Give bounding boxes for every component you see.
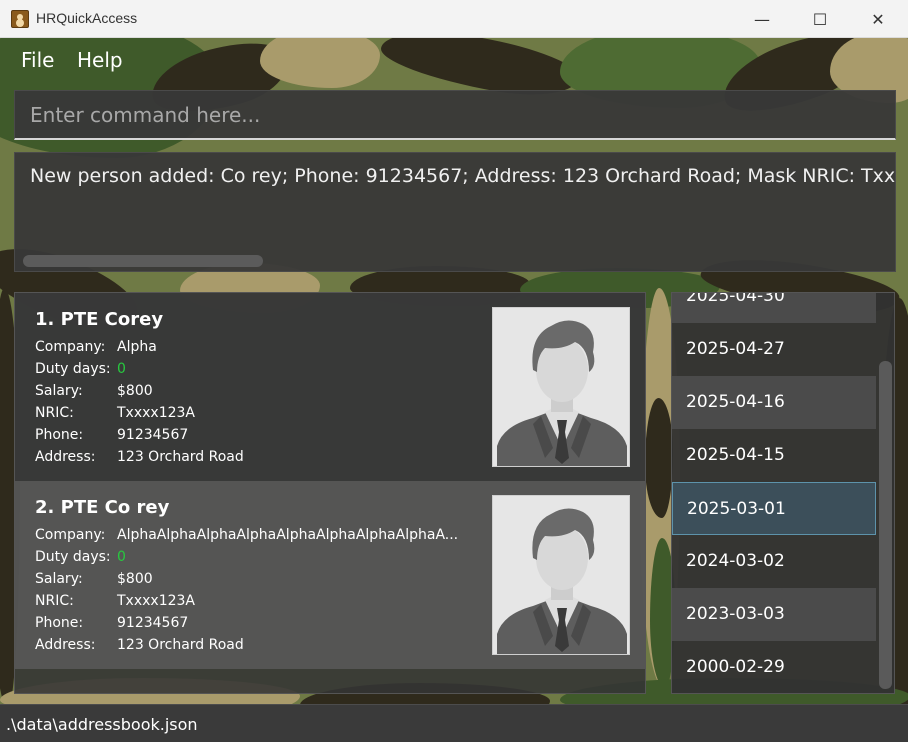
phone-value: 91234567 bbox=[117, 427, 189, 443]
company-value: AlphaAlphaAlphaAlphaAlphaAlphaAlphaAlpha… bbox=[117, 527, 459, 543]
date-item[interactable]: 2025-04-16 bbox=[672, 376, 876, 429]
phone-label: Phone: bbox=[35, 615, 84, 631]
nric-value: Txxxx123A bbox=[117, 593, 195, 609]
address-value: 123 Orchard Road bbox=[117, 449, 244, 465]
person-list: 1. PTE Corey Company: Alpha Duty days: 0… bbox=[14, 292, 646, 694]
data-file-path: .\data\addressbook.json bbox=[6, 715, 198, 734]
avatar-icon bbox=[492, 307, 630, 467]
duty-days-label: Duty days: bbox=[35, 361, 111, 377]
app-icon bbox=[11, 10, 29, 28]
avatar-icon bbox=[492, 495, 630, 655]
company-label: Company: bbox=[35, 339, 106, 355]
result-text: New person added: Co rey; Phone: 9123456… bbox=[30, 165, 896, 187]
address-label: Address: bbox=[35, 637, 96, 653]
date-list-scrollbar[interactable] bbox=[879, 361, 892, 689]
date-item[interactable]: 2025-04-27 bbox=[672, 323, 876, 376]
menu-file[interactable]: File bbox=[21, 48, 54, 72]
person-card[interactable]: 2. PTE Co rey Company: AlphaAlphaAlphaAl… bbox=[15, 481, 645, 669]
duty-days-label: Duty days: bbox=[35, 549, 111, 565]
minimize-button[interactable]: — bbox=[733, 0, 791, 38]
address-value: 123 Orchard Road bbox=[117, 637, 244, 653]
command-input[interactable] bbox=[15, 91, 895, 138]
salary-label: Salary: bbox=[35, 383, 83, 399]
date-item-selected[interactable]: 2025-03-01 bbox=[672, 482, 876, 535]
person-name: 1. PTE Corey bbox=[35, 309, 164, 330]
date-item[interactable]: 2000-02-29 bbox=[672, 641, 876, 693]
date-item[interactable]: 2023-03-03 bbox=[672, 588, 876, 641]
salary-value: $800 bbox=[117, 383, 153, 399]
duty-days-value: 0 bbox=[117, 549, 126, 565]
result-horizontal-scrollbar[interactable] bbox=[23, 255, 263, 267]
phone-value: 91234567 bbox=[117, 615, 189, 631]
company-value: Alpha bbox=[117, 339, 157, 355]
company-label: Company: bbox=[35, 527, 106, 543]
window-title: HRQuickAccess bbox=[36, 10, 138, 26]
address-label: Address: bbox=[35, 449, 96, 465]
date-list: 2025-04-30 2025-04-27 2025-04-16 2025-04… bbox=[671, 292, 895, 694]
nric-label: NRIC: bbox=[35, 593, 74, 609]
nric-label: NRIC: bbox=[35, 405, 74, 421]
command-box bbox=[14, 90, 896, 140]
salary-value: $800 bbox=[117, 571, 153, 587]
menu-help[interactable]: Help bbox=[77, 48, 123, 72]
close-button[interactable]: ✕ bbox=[849, 0, 907, 38]
salary-label: Salary: bbox=[35, 571, 83, 587]
maximize-button[interactable]: ☐ bbox=[791, 0, 849, 38]
status-bar: .\data\addressbook.json bbox=[0, 704, 908, 742]
person-name: 2. PTE Co rey bbox=[35, 497, 170, 518]
phone-label: Phone: bbox=[35, 427, 84, 443]
person-card[interactable]: 1. PTE Corey Company: Alpha Duty days: 0… bbox=[15, 293, 645, 481]
date-item[interactable]: 2025-04-15 bbox=[672, 429, 876, 482]
duty-days-value: 0 bbox=[117, 361, 126, 377]
date-item[interactable]: 2025-04-30 bbox=[672, 293, 876, 323]
nric-value: Txxxx123A bbox=[117, 405, 195, 421]
result-display: New person added: Co rey; Phone: 9123456… bbox=[14, 152, 896, 272]
title-bar: HRQuickAccess — ☐ ✕ bbox=[0, 0, 908, 38]
date-item[interactable]: 2024-03-02 bbox=[672, 535, 876, 588]
